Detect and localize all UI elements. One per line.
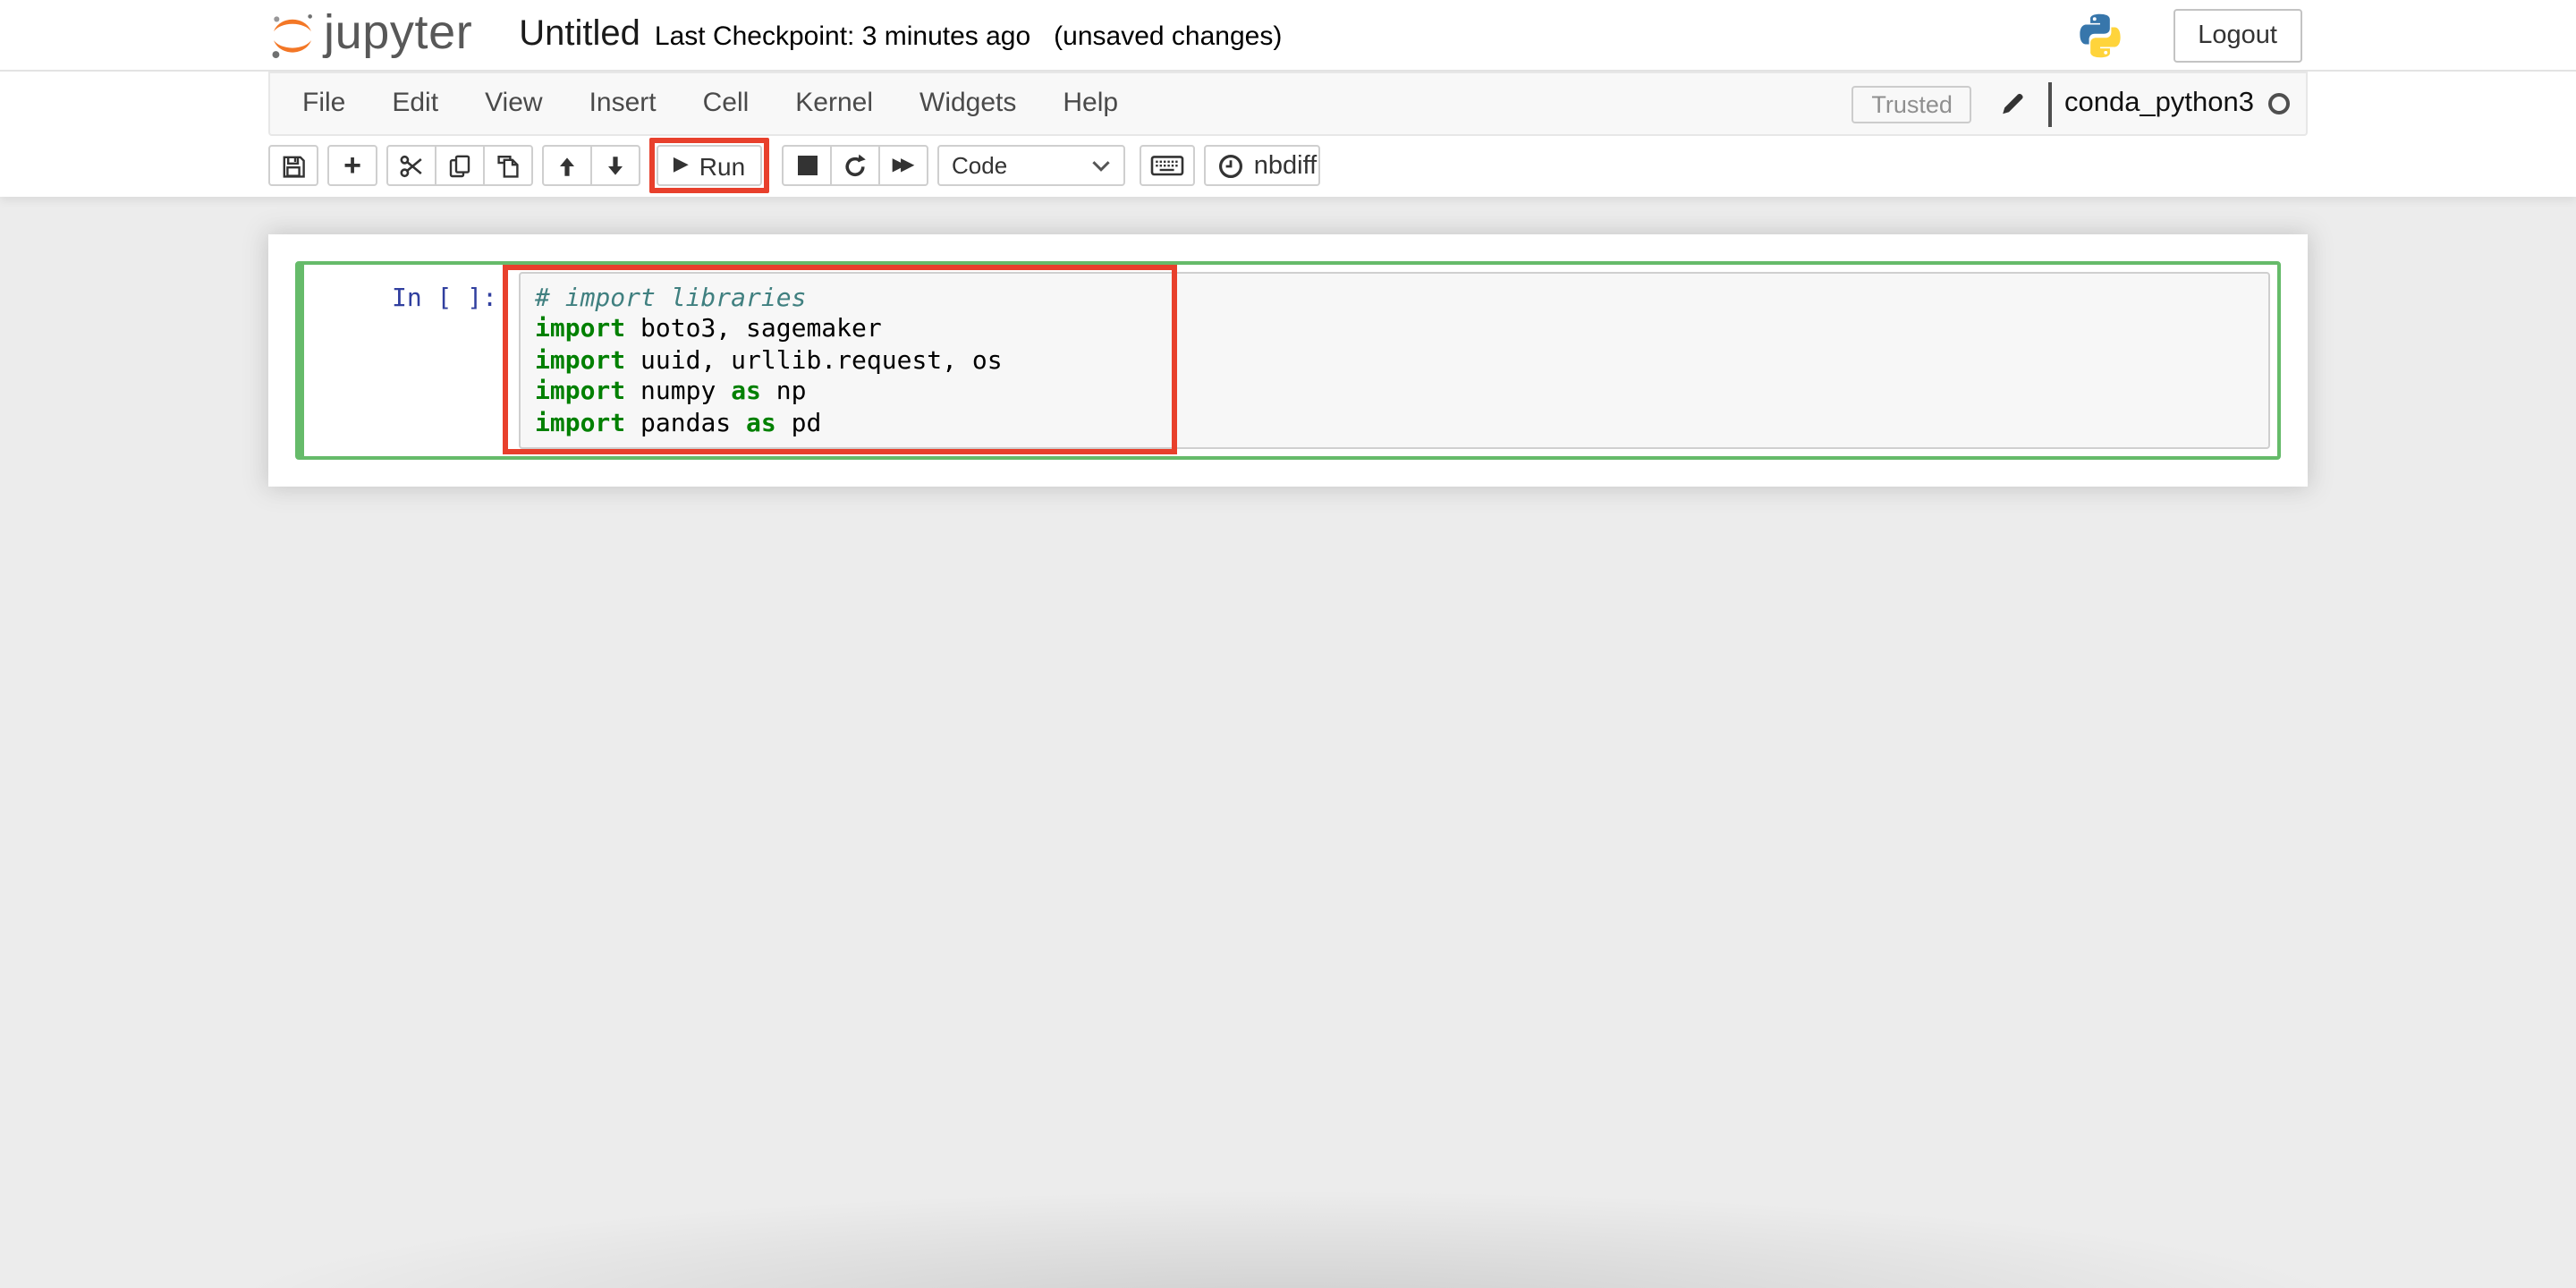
jupyter-wordmark: jupyter xyxy=(324,9,472,61)
checkpoint-status: Last Checkpoint: 3 minutes ago xyxy=(655,21,1030,52)
move-up-icon xyxy=(553,151,581,180)
unsaved-changes-indicator: (unsaved changes) xyxy=(1054,21,1282,52)
menu-file[interactable]: File xyxy=(279,73,369,134)
header-block: jupyter Untitled Last Checkpoint: 3 minu… xyxy=(0,0,2576,197)
cut-button[interactable] xyxy=(386,145,436,186)
chevron-down-icon xyxy=(1091,158,1111,173)
copy-button[interactable] xyxy=(435,145,485,186)
cut-icon xyxy=(397,151,426,180)
run-button[interactable]: ▶ Run xyxy=(657,145,762,186)
code-line: import uuid, urllib.request, os xyxy=(535,347,2254,378)
add-cell-icon: + xyxy=(343,150,361,181)
code-cell[interactable]: In [ ]: # import librariesimport boto3, … xyxy=(295,261,2281,460)
code-line: # import libraries xyxy=(535,284,2254,316)
menu-cell[interactable]: Cell xyxy=(680,73,773,134)
title-area: Untitled Last Checkpoint: 3 minutes ago … xyxy=(519,14,1282,55)
kernel-idle-icon xyxy=(2268,93,2290,114)
edit-button-group xyxy=(386,145,533,186)
code-line: import numpy as np xyxy=(535,377,2254,409)
move-down-icon xyxy=(601,151,630,180)
menu-edit[interactable]: Edit xyxy=(369,73,462,134)
paste-button[interactable] xyxy=(483,145,533,186)
menubar-row: File Edit View Insert Cell Kernel Widget… xyxy=(0,72,2576,136)
add-cell-button[interactable]: + xyxy=(327,145,377,186)
restart-kernel-icon xyxy=(841,151,869,180)
toolbar: + xyxy=(268,145,2576,193)
menu-widgets[interactable]: Widgets xyxy=(896,73,1039,134)
jupyter-logo-icon xyxy=(270,11,315,61)
input-prompt: In [ ]: xyxy=(311,272,519,449)
move-button-group xyxy=(542,145,640,186)
keyboard-icon xyxy=(1150,152,1184,179)
move-cell-down-button[interactable] xyxy=(590,145,640,186)
save-button[interactable] xyxy=(268,145,318,186)
header: jupyter Untitled Last Checkpoint: 3 minu… xyxy=(0,0,2576,72)
menu-help[interactable]: Help xyxy=(1039,73,1141,134)
jupyter-logo[interactable]: jupyter xyxy=(270,9,472,61)
run-label: Run xyxy=(699,151,745,180)
restart-run-all-button[interactable]: ▶▶ xyxy=(878,145,928,186)
notebook-page: In [ ]: # import librariesimport boto3, … xyxy=(0,197,2576,1288)
python-logo-icon xyxy=(2074,10,2124,60)
nbdiff-button[interactable]: nbdiff xyxy=(1204,145,1320,186)
code-line: import pandas as pd xyxy=(535,409,2254,440)
code-lines: # import librariesimport boto3, sagemake… xyxy=(535,284,2254,440)
run-icon: ▶ xyxy=(674,156,689,175)
stop-icon xyxy=(797,156,817,175)
pencil-icon[interactable] xyxy=(1999,89,2028,118)
header-right: Logout xyxy=(2074,8,2302,62)
fast-forward-icon: ▶▶ xyxy=(893,157,915,174)
code-input-area[interactable]: # import librariesimport boto3, sagemake… xyxy=(519,272,2270,449)
menu-insert[interactable]: Insert xyxy=(566,73,680,134)
menu-kernel[interactable]: Kernel xyxy=(772,73,896,134)
nbdiff-label: nbdiff xyxy=(1254,151,1317,180)
cell-type-value: Code xyxy=(952,152,1091,179)
notebook-title[interactable]: Untitled xyxy=(519,14,640,55)
move-cell-up-button[interactable] xyxy=(542,145,592,186)
command-palette-button[interactable] xyxy=(1140,145,1195,186)
menubar-divider xyxy=(2049,81,2052,126)
clock-icon xyxy=(1216,151,1245,180)
cell-type-select[interactable]: Code xyxy=(937,145,1125,186)
copy-icon xyxy=(445,151,474,180)
paste-icon xyxy=(494,151,522,180)
jupyter-notebook-app: jupyter Untitled Last Checkpoint: 3 minu… xyxy=(0,0,2576,1288)
logout-button[interactable]: Logout xyxy=(2173,8,2302,62)
toolbar-row: + xyxy=(0,136,2576,197)
kernel-name: conda_python3 xyxy=(2064,88,2254,120)
code-line: import boto3, sagemaker xyxy=(535,316,2254,347)
restart-kernel-button[interactable] xyxy=(830,145,880,186)
interrupt-kernel-button[interactable] xyxy=(782,145,832,186)
menubar-right: Trusted conda_python3 xyxy=(1852,81,2295,126)
notebook-container: In [ ]: # import librariesimport boto3, … xyxy=(268,234,2308,487)
kernel-button-group: ▶▶ xyxy=(782,145,928,186)
menubar: File Edit View Insert Cell Kernel Widget… xyxy=(268,72,2308,136)
run-button-annotation: ▶ Run xyxy=(649,138,769,193)
trusted-button[interactable]: Trusted xyxy=(1852,85,1972,123)
save-icon xyxy=(279,151,308,180)
bottom-shade xyxy=(0,1145,2576,1288)
menu-view[interactable]: View xyxy=(462,73,566,134)
